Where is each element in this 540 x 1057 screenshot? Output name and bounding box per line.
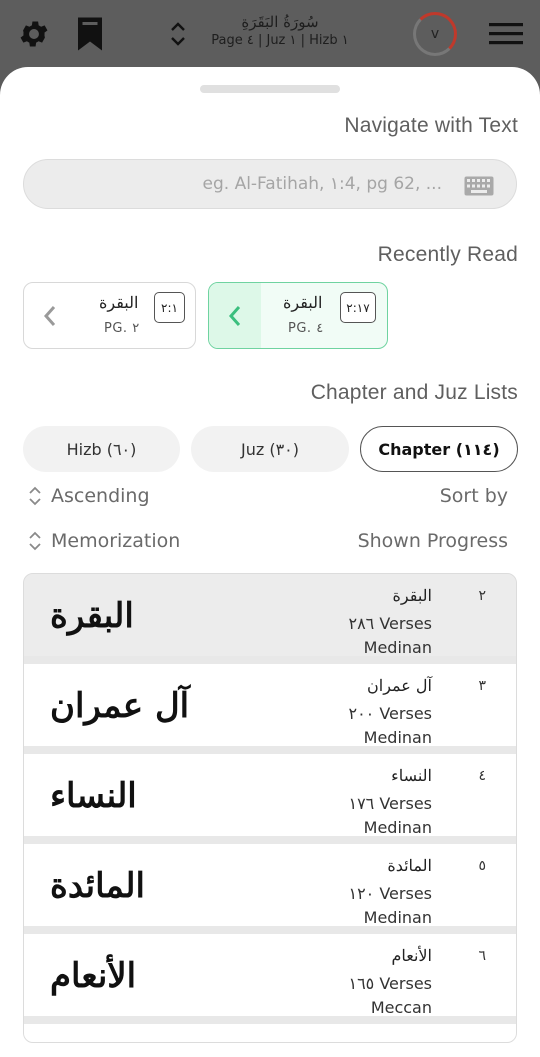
sort-icon (29, 531, 41, 551)
sort-by-label: Sort by (439, 485, 508, 507)
chapter-row[interactable]: الأنعام الأنعام ١٦٥ Verses Meccan ٦ (24, 934, 516, 1017)
recent-surah-name: البقرة (99, 293, 139, 312)
keyboard-icon[interactable] (464, 176, 494, 196)
progress-ring[interactable]: v (413, 12, 457, 56)
chevron-updown-button[interactable] (158, 14, 198, 54)
chapter-revelation: Medinan (363, 638, 432, 657)
navigation-sheet: Navigate with Text eg. Al-Fatihah, ١:4, … (0, 67, 540, 1057)
recent-verse: ٢:١ (154, 292, 185, 323)
chapter-row[interactable]: المائدة المائدة ١٢٠ Verses Medinan ٥ (24, 844, 516, 927)
chapter-revelation: Medinan (363, 818, 432, 837)
sort-icon (29, 486, 41, 506)
progress-mode-row: Memorization Shown Progress (28, 530, 508, 558)
chapter-number: ٤ (478, 768, 486, 784)
tab-hizb[interactable]: Hizb (٦٠) (23, 426, 180, 472)
chapter-row[interactable]: البقرة البقرة ٢٨٦ Verses Medinan ٢ (24, 574, 516, 657)
chevron-left-icon (209, 283, 261, 348)
chapter-verses: ٢٠٠ Verses (348, 704, 432, 723)
chapter-calligraphy: الأنعام (50, 956, 137, 996)
chapter-verses: ١٦٥ Verses (348, 974, 432, 993)
recent-item-1[interactable]: البقرة PG. ٤ ٢:١٧ (208, 282, 388, 349)
chapter-verses: ٢٨٦ Verses (348, 614, 432, 633)
recent-item-2[interactable]: البقرة PG. ٢ ٢:١ (23, 282, 196, 349)
chevron-left-icon (24, 283, 76, 348)
location-header[interactable]: سُورَةُ البَقَرَةِ Page ٤ | Juz ١ | Hizb… (205, 12, 355, 48)
chapter-calligraphy: آل عمران (50, 686, 190, 726)
gear-icon (20, 21, 48, 47)
bookmark-icon (78, 17, 102, 51)
chapter-number: ٢ (478, 588, 486, 604)
search-placeholder: eg. Al-Fatihah, ١:4, pg 62, ... (202, 174, 442, 194)
chapter-number: ٥ (478, 858, 486, 874)
menu-icon (489, 23, 523, 45)
chapter-verses: ١٢٠ Verses (348, 884, 432, 903)
progress-ring-label: v (430, 26, 440, 42)
chapter-row[interactable]: آل عمران آل عمران ٢٠٠ Verses Medinan ٣ (24, 664, 516, 747)
sort-order-row: Ascending Sort by (28, 485, 508, 513)
chapter-row[interactable]: النساء النساء ١٧٦ Verses Medinan ٤ (24, 754, 516, 837)
bookmark-button[interactable] (70, 14, 110, 54)
chapter-revelation: Medinan (363, 728, 432, 747)
chapter-revelation: Meccan (370, 998, 432, 1017)
tab-chapter[interactable]: Chapter (١١٤) (360, 426, 518, 472)
recent-page: PG. ٤ (288, 321, 324, 336)
chapter-name: الأنعام (391, 946, 432, 965)
chapter-verses: ١٧٦ Verses (348, 794, 432, 813)
chapter-number: ٦ (478, 948, 486, 964)
sheet-drag-handle[interactable] (200, 85, 340, 93)
settings-button[interactable] (14, 14, 54, 54)
chapter-list: البقرة البقرة ٢٨٦ Verses Medinan ٢ آل عم… (23, 573, 517, 1043)
progress-mode-toggle[interactable]: Memorization (28, 530, 180, 552)
sort-order-toggle[interactable]: Ascending (28, 485, 150, 507)
lists-title: Chapter and Juz Lists (310, 381, 518, 404)
chapter-name: البقرة (392, 586, 432, 605)
recent-surah-name: البقرة (283, 293, 323, 312)
progress-mode-label: Memorization (51, 530, 181, 552)
sort-order-label: Ascending (51, 485, 150, 507)
shown-progress-label: Shown Progress (357, 530, 508, 552)
chapter-number: ٣ (478, 678, 486, 694)
surah-title: سُورَةُ البَقَرَةِ (241, 13, 319, 31)
chapter-calligraphy: المائدة (50, 866, 145, 906)
location-info: Page ٤ | Juz ١ | Hizb ١ (211, 33, 349, 48)
recent-page: PG. ٢ (104, 321, 140, 336)
chapter-name: المائدة (387, 856, 432, 875)
top-bar: سُورَةُ البَقَرَةِ Page ٤ | Juz ١ | Hizb… (0, 0, 540, 70)
chapter-revelation: Medinan (363, 908, 432, 927)
list-tabs: Hizb (٦٠) Juz (٣٠) Chapter (١١٤) (23, 426, 518, 472)
recent-verse: ٢:١٧ (340, 292, 376, 323)
chevron-updown-icon (171, 22, 185, 46)
navigate-title: Navigate with Text (344, 114, 518, 137)
chapter-name: آل عمران (367, 676, 432, 695)
menu-button[interactable] (486, 14, 526, 54)
tab-juz[interactable]: Juz (٣٠) (191, 426, 349, 472)
chapter-name: النساء (391, 766, 432, 785)
recent-title: Recently Read (377, 243, 518, 266)
chapter-calligraphy: البقرة (50, 596, 134, 636)
search-input[interactable]: eg. Al-Fatihah, ١:4, pg 62, ... (23, 159, 517, 209)
chapter-row[interactable] (24, 1024, 516, 1042)
chapter-calligraphy: النساء (50, 776, 137, 816)
